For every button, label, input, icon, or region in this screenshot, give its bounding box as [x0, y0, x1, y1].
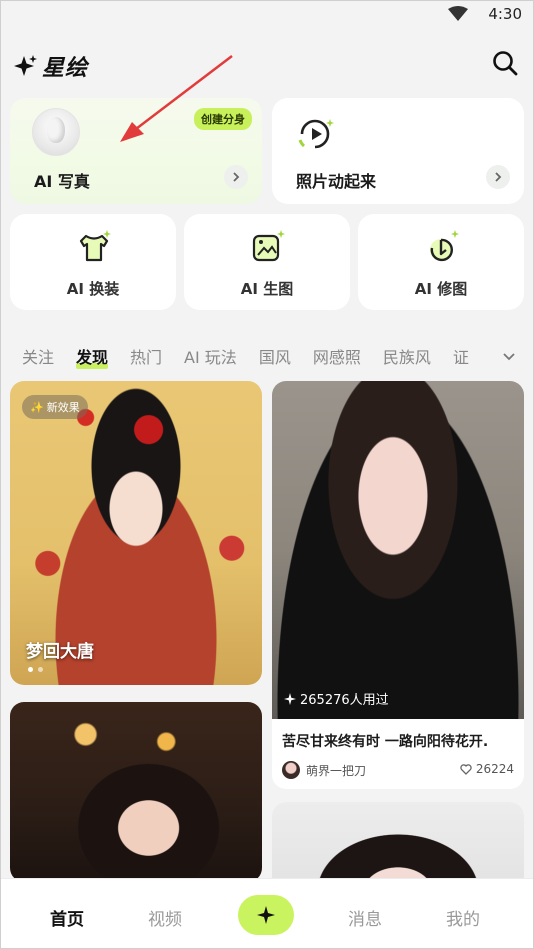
- sparkle-logo-icon: [14, 55, 37, 76]
- avatar-bust-image: [32, 108, 80, 156]
- tab-id[interactable]: 证: [453, 344, 469, 370]
- retouch-icon: [430, 230, 459, 262]
- portrait-image: 265276人用过: [272, 381, 524, 719]
- chevron-right-icon[interactable]: [224, 165, 248, 189]
- chevron-down-icon: [503, 353, 515, 361]
- category-tabs: 关注 发现 热门 AI 玩法 国风 网感照 民族风 证: [22, 344, 520, 370]
- usage-count: 265276人用过: [284, 689, 389, 708]
- like-count: 26224: [475, 762, 514, 776]
- nav-home[interactable]: 首页: [50, 905, 84, 930]
- ai-retouch-card[interactable]: AI 修图: [358, 214, 524, 310]
- carousel-dots: [28, 667, 43, 672]
- status-bar: 4:30: [0, 0, 534, 30]
- shirt-icon: [79, 230, 111, 262]
- post-author[interactable]: 萌界一把刀: [282, 761, 366, 779]
- brand: 星绘: [14, 50, 88, 82]
- app-title: 星绘: [42, 56, 89, 81]
- ai-outfit-card[interactable]: AI 换装: [10, 214, 176, 310]
- sparkle-icon: [257, 906, 275, 924]
- ai-generate-card[interactable]: AI 生图: [184, 214, 350, 310]
- app-header: 星绘: [14, 44, 520, 84]
- ai-photo-label: AI 写真: [34, 172, 90, 191]
- heart-icon: [460, 763, 472, 775]
- tab-ethnic[interactable]: 民族风: [383, 344, 431, 370]
- tab-follow[interactable]: 关注: [22, 344, 54, 370]
- feed-card[interactable]: ✨ 新效果 梦回大唐: [10, 381, 262, 685]
- create-button[interactable]: [238, 895, 294, 935]
- animate-label: 照片动起来: [296, 172, 377, 191]
- sparkle-icon: ✨: [30, 400, 44, 414]
- tab-wanggan[interactable]: 网感照: [313, 344, 361, 370]
- animate-photo-card[interactable]: 照片动起来: [272, 98, 524, 204]
- tab-hot[interactable]: 热门: [130, 344, 162, 370]
- tab-guofeng[interactable]: 国风: [259, 344, 291, 370]
- tab-discover[interactable]: 发现: [76, 344, 109, 370]
- tab-ai-play[interactable]: AI 玩法: [184, 344, 237, 370]
- carousel-dot: [28, 667, 33, 672]
- carousel-dot: [38, 667, 43, 672]
- feed-card[interactable]: 265276人用过 苦尽甘来终有时 一路向阳待花开. 萌界一把刀 26224: [272, 381, 524, 789]
- usage-count-text: 265276人用过: [300, 693, 389, 708]
- nav-profile[interactable]: 我的: [446, 905, 480, 930]
- sparkle-icon: [284, 692, 296, 705]
- post-caption: 苦尽甘来终有时 一路向阳待花开.: [282, 734, 489, 750]
- ai-outfit-label: AI 换装: [66, 280, 120, 298]
- feed-card[interactable]: [10, 702, 262, 882]
- search-icon[interactable]: [490, 48, 520, 78]
- nav-messages[interactable]: 消息: [348, 905, 382, 930]
- like-button[interactable]: 26224: [460, 762, 514, 776]
- ai-generate-label: AI 生图: [240, 280, 294, 298]
- bottom-nav: 首页 视频 消息 我的: [0, 878, 534, 949]
- wifi-icon: [448, 6, 468, 21]
- status-time: 4:30: [488, 5, 522, 23]
- author-name: 萌界一把刀: [306, 763, 367, 778]
- portrait-image: [10, 702, 262, 882]
- image-icon: [252, 230, 285, 262]
- feed-card-title: 梦回大唐: [26, 642, 94, 662]
- play-animate-icon: [298, 119, 334, 149]
- tabs-expand[interactable]: [472, 344, 522, 370]
- avatar: [282, 761, 300, 779]
- annotation-arrow: [120, 55, 233, 142]
- chevron-right-icon[interactable]: [486, 165, 510, 189]
- nav-video[interactable]: 视频: [148, 905, 182, 930]
- new-effect-label: 新效果: [46, 401, 80, 414]
- ai-retouch-label: AI 修图: [414, 280, 468, 298]
- new-effect-tag: ✨ 新效果: [22, 395, 88, 419]
